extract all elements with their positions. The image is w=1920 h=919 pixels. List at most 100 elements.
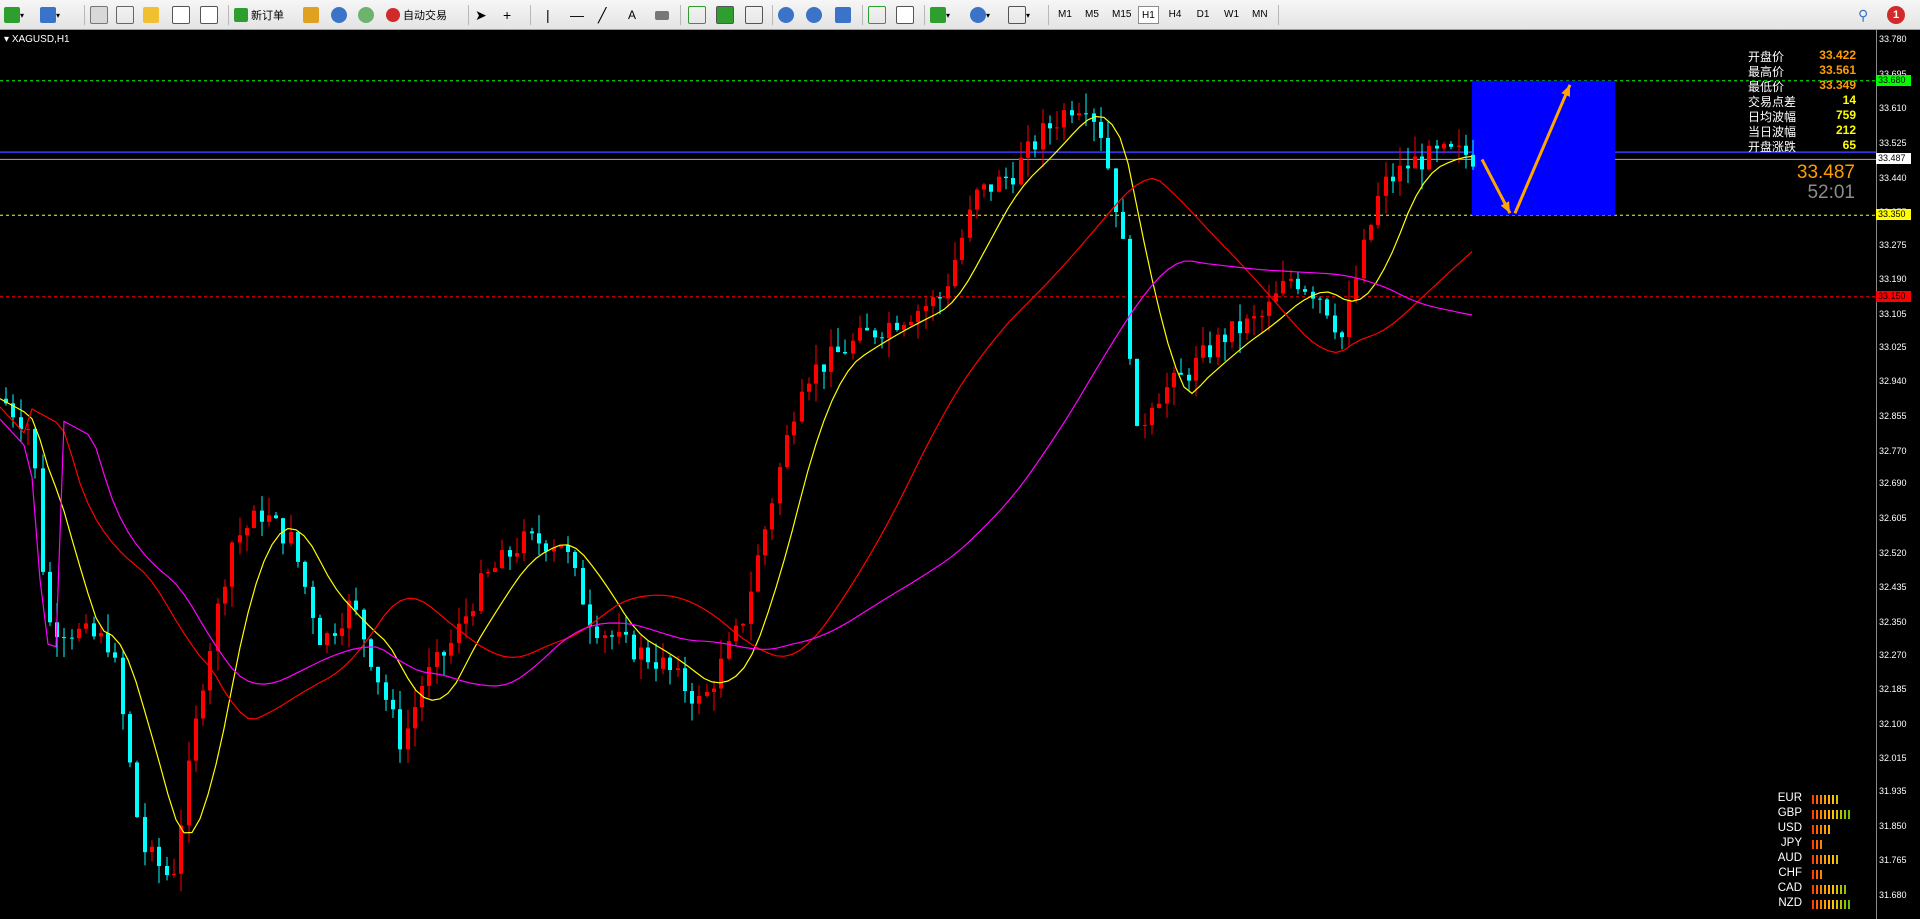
auto-trade-button[interactable]: 自动交易 <box>386 4 447 26</box>
candle-body <box>851 340 855 354</box>
candle-body <box>690 691 694 704</box>
price-axis-label: 33.190 <box>1879 274 1907 285</box>
text-tool-button[interactable]: A <box>628 4 636 26</box>
tile-windows-button[interactable] <box>835 4 851 26</box>
candle-body <box>822 364 826 372</box>
candle-body <box>62 637 66 639</box>
timeframe-m15[interactable]: M15 <box>1109 6 1134 24</box>
candle-body <box>1435 145 1439 149</box>
candle-body <box>1420 156 1424 170</box>
candle-body <box>792 421 796 436</box>
candle-body <box>1041 123 1045 150</box>
candle-body <box>1333 315 1337 333</box>
candle-body <box>143 817 147 853</box>
candle-body <box>1106 137 1110 169</box>
strength-bar <box>1840 885 1842 894</box>
market-button[interactable] <box>358 4 374 26</box>
bar-chart-button[interactable] <box>688 4 706 26</box>
candle-body <box>1252 316 1256 319</box>
zoom-out-button[interactable] <box>806 4 822 26</box>
strength-bar <box>1848 810 1850 819</box>
candle-body <box>252 510 256 528</box>
candle-body <box>1457 145 1461 147</box>
price-axis-label: 32.690 <box>1879 478 1907 489</box>
candle-chart-button[interactable] <box>716 4 734 26</box>
candle-body <box>1048 123 1052 129</box>
candle-body <box>1208 345 1212 358</box>
indicators-button[interactable]: ▾ <box>930 4 950 26</box>
candle-body <box>624 631 628 635</box>
line-chart-icon <box>745 6 763 24</box>
templates-button[interactable]: ▾ <box>1008 4 1030 26</box>
notifications-button[interactable]: 1 <box>1887 4 1905 26</box>
price-chart[interactable] <box>0 30 1920 919</box>
timeframe-d1[interactable]: D1 <box>1193 6 1213 24</box>
info-value: 14 <box>1842 93 1856 107</box>
chart-shift-button[interactable] <box>896 4 914 26</box>
new-order-button[interactable]: 新订单 <box>234 4 284 26</box>
candle-body <box>982 184 986 190</box>
candle-body <box>763 529 767 556</box>
candle-body <box>719 658 723 689</box>
candle-body <box>960 237 964 260</box>
navigator-button[interactable] <box>143 4 159 26</box>
price-axis-label: 33.780 <box>1879 34 1907 44</box>
price-axis-label: 32.015 <box>1879 753 1907 764</box>
strength-bar <box>1836 885 1838 894</box>
line-chart-button[interactable] <box>745 4 763 26</box>
terminal-icon <box>172 6 190 24</box>
price-axis-label: 32.100 <box>1879 718 1907 729</box>
tester-icon <box>200 6 218 24</box>
tester-button[interactable] <box>200 4 218 26</box>
info-value: 33.561 <box>1819 63 1856 77</box>
crosshair-tool-button[interactable]: + <box>503 4 511 26</box>
candle-body <box>603 635 607 639</box>
timeframe-m5[interactable]: M5 <box>1082 6 1102 24</box>
candle-body <box>807 383 811 392</box>
strength-bar <box>1812 900 1814 909</box>
cursor-tool-button[interactable]: ➤ <box>475 4 487 26</box>
timeframe-h1[interactable]: H1 <box>1138 6 1159 24</box>
signals-button[interactable] <box>331 4 347 26</box>
terminal-button[interactable] <box>172 4 190 26</box>
label-tool-icon <box>655 10 669 20</box>
candle-body <box>1223 334 1227 343</box>
chart-area[interactable] <box>0 30 1920 919</box>
label-tool-button[interactable] <box>655 4 669 26</box>
candle-body <box>785 435 789 468</box>
timeframe-m1[interactable]: M1 <box>1055 6 1075 24</box>
crosshair-nav-icon <box>116 6 134 24</box>
tile-windows-icon <box>835 7 851 23</box>
candle-body <box>683 668 687 692</box>
price-axis-label: 32.605 <box>1879 512 1907 523</box>
strength-bar <box>1816 900 1818 909</box>
search-button[interactable]: ⚲ <box>1858 4 1868 26</box>
auto-scroll-button[interactable] <box>868 4 886 26</box>
auto-trade-icon <box>386 8 400 22</box>
timeframe-h4[interactable]: H4 <box>1165 6 1185 24</box>
candle-body <box>442 652 446 656</box>
horizontal-line-button[interactable]: — <box>570 4 584 26</box>
strength-bar <box>1836 855 1838 864</box>
candle-body <box>916 310 920 322</box>
candle-body <box>595 626 599 639</box>
market-watch-button[interactable] <box>90 4 108 26</box>
vertical-line-button[interactable]: | <box>546 4 550 26</box>
periods-button[interactable]: ▾ <box>970 4 990 26</box>
candle-body <box>1267 301 1271 316</box>
candle-body <box>1033 141 1037 150</box>
timeframe-mn[interactable]: MN <box>1249 6 1271 24</box>
trendline-button[interactable]: ╱ <box>598 4 606 26</box>
strength-bar <box>1820 825 1822 834</box>
toolbar: ▾ ▾ 新订单 自动交易 ➤ + | — ╱ A ▾ ▾ ▾ M1 M5 M15… <box>0 0 1920 30</box>
candle-body <box>216 603 220 652</box>
meta-editor-button[interactable] <box>303 4 319 26</box>
profiles-button[interactable]: ▾ <box>40 4 60 26</box>
timeframe-w1[interactable]: W1 <box>1221 6 1242 24</box>
candle-body <box>1157 403 1161 408</box>
data-window-button[interactable] <box>116 4 134 26</box>
new-chart-button[interactable]: ▾ <box>4 4 24 26</box>
zoom-in-button[interactable] <box>778 4 794 26</box>
candle-body <box>77 628 81 639</box>
bar-chart-icon <box>688 6 706 24</box>
